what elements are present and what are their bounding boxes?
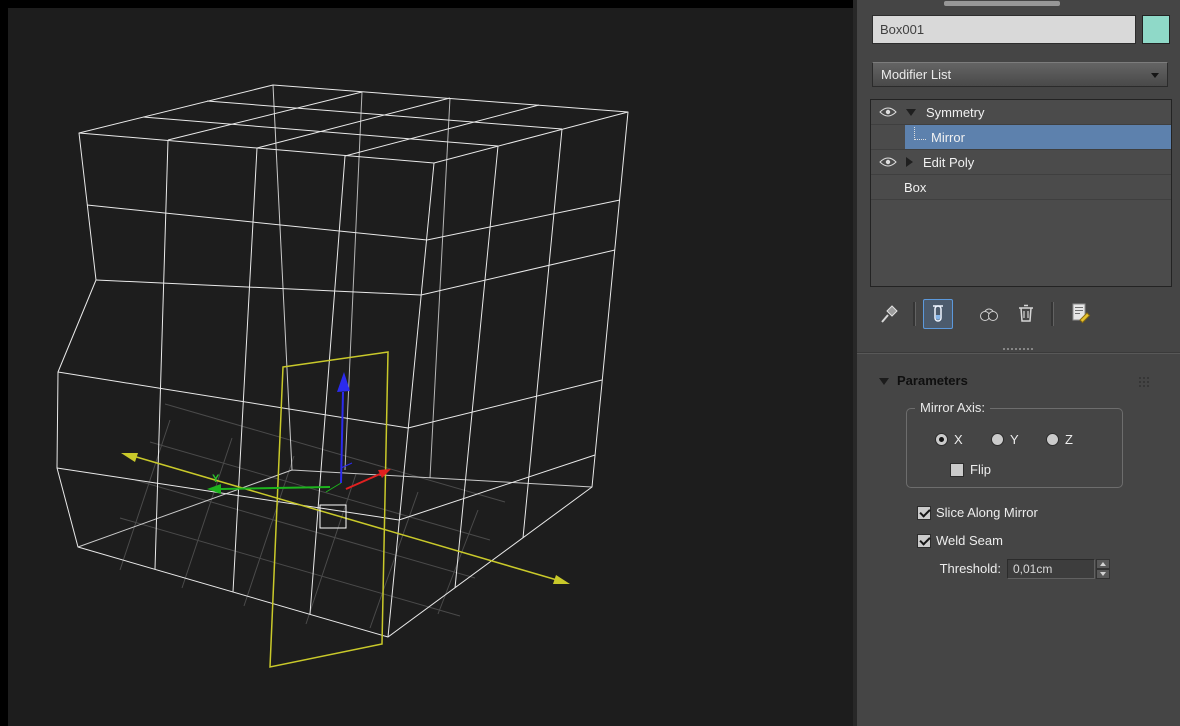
make-unique-icon [980, 308, 998, 321]
threshold-input[interactable]: 0,01cm [1007, 559, 1095, 579]
selected-stack-item[interactable]: Mirror [905, 125, 1171, 149]
gizmo-x-arrow-icon [378, 469, 391, 478]
make-unique-button[interactable] [977, 302, 1001, 326]
radio-label: Y [1010, 432, 1019, 447]
mirror-axis-z-radio[interactable]: Z [1046, 432, 1073, 447]
toolbar-separator [1051, 302, 1053, 326]
rollout-divider [857, 352, 1180, 354]
rollout-drag-grip-icon[interactable] [1139, 377, 1141, 379]
mirror-axis-groupbox: Mirror Axis: X Y Z Flip [906, 400, 1123, 488]
radio-icon[interactable] [935, 433, 948, 446]
mirror-axis-y-radio[interactable]: Y [991, 432, 1019, 447]
pin-stack-button[interactable] [877, 302, 901, 326]
configure-modifier-sets-button[interactable] [1067, 299, 1095, 327]
rollout-expand-arrow-icon[interactable] [879, 378, 889, 385]
gizmo-z-arrow-icon [337, 372, 350, 392]
flip-checkbox[interactable]: Flip [950, 462, 991, 477]
radio-icon[interactable] [991, 433, 1004, 446]
visibility-eye-icon[interactable] [879, 106, 897, 118]
stack-item-box[interactable]: Box [871, 175, 1171, 200]
radio-label: X [954, 432, 963, 447]
chevron-down-icon [1151, 73, 1159, 78]
spinner-up-button[interactable] [1096, 559, 1110, 569]
eye-column [871, 125, 905, 149]
wireframe-model[interactable] [56, 84, 629, 638]
pin-stack-icon [881, 305, 898, 323]
mirror-axis-x-radio[interactable]: X [935, 432, 963, 447]
radio-label: Z [1065, 432, 1073, 447]
threshold-label: Threshold: [939, 561, 1001, 576]
checkbox-icon[interactable] [917, 505, 931, 520]
panel-scrollbar[interactable] [944, 1, 1060, 6]
object-color-swatch[interactable] [1142, 15, 1170, 44]
viewport[interactable]: Y [0, 0, 856, 726]
viewport-border-top [0, 0, 856, 8]
modifier-list-label: Modifier List [881, 67, 952, 82]
checkbox-label: Weld Seam [936, 533, 1003, 548]
modifier-list-dropdown[interactable]: Modifier List [872, 62, 1168, 87]
expand-arrow-icon[interactable] [906, 108, 916, 116]
show-end-result-button[interactable] [923, 299, 953, 329]
stack-item-edit-poly[interactable]: Edit Poly [871, 150, 1171, 175]
slice-along-mirror-checkbox[interactable]: Slice Along Mirror [917, 505, 1038, 520]
viewport-canvas[interactable]: Y [0, 0, 856, 726]
configure-modifier-sets-icon [1072, 303, 1091, 324]
object-name-input[interactable] [872, 15, 1136, 44]
threshold-spinner [1096, 559, 1110, 579]
weld-seam-checkbox[interactable]: Weld Seam [917, 533, 1003, 548]
collapsed-arrow-icon[interactable] [906, 157, 913, 167]
home-grid [119, 403, 506, 629]
app-window: Y Modifier List Symmetry [0, 0, 1180, 726]
remove-modifier-button[interactable] [1013, 300, 1039, 326]
parameters-rollout-title[interactable]: Parameters [897, 373, 968, 388]
rollout-resize-grip[interactable] [1003, 348, 1033, 352]
gizmo-y-axis-label: Y [212, 473, 220, 485]
radio-icon[interactable] [1046, 433, 1059, 446]
modifier-stack-list: Symmetry Mirror Edit Poly Box [870, 99, 1172, 287]
stack-item-symmetry[interactable]: Symmetry [871, 100, 1171, 125]
trash-icon [1019, 304, 1033, 322]
checkbox-icon[interactable] [917, 533, 931, 548]
tree-elbow-icon [914, 127, 926, 140]
command-panel: Modifier List Symmetry Mirror [857, 0, 1180, 726]
mirror-axis-arrow-right-icon [553, 575, 570, 584]
viewport-border-left [0, 0, 8, 726]
stack-item-label: Box [904, 179, 927, 195]
stack-item-label: Edit Poly [923, 154, 975, 170]
stack-item-label: Symmetry [926, 104, 985, 120]
spinner-down-button[interactable] [1096, 569, 1110, 579]
stack-item-label: Mirror [931, 129, 965, 145]
toolbar-separator [913, 302, 915, 326]
checkbox-label: Slice Along Mirror [936, 505, 1038, 520]
show-end-result-icon [933, 305, 943, 322]
transform-gizmo[interactable]: Y [207, 372, 391, 494]
visibility-eye-icon[interactable] [879, 156, 897, 168]
mirror-axis-arrow-left-icon [121, 453, 138, 462]
checkbox-label: Flip [970, 462, 991, 477]
mirror-axis-group-title: Mirror Axis: [915, 400, 990, 415]
checkbox-icon[interactable] [950, 462, 964, 477]
stack-item-mirror[interactable]: Mirror [871, 125, 1171, 150]
